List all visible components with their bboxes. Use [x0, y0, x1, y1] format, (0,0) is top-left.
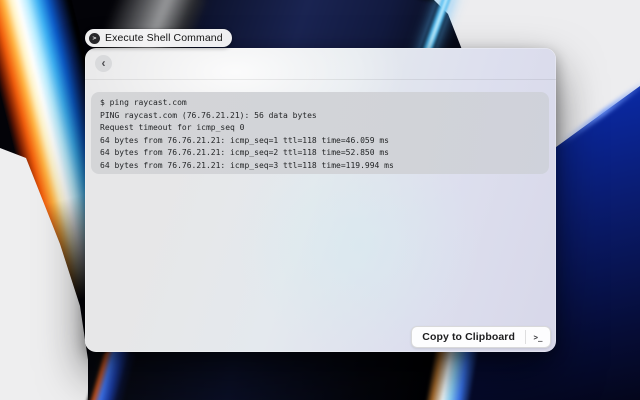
copy-to-clipboard-button[interactable]: Copy to Clipboard >_: [411, 326, 551, 348]
terminal-line: Request timeout for icmp_seq 0: [100, 122, 540, 135]
wallpaper-blue-edge-glow: [557, 78, 640, 148]
terminal-output: $ ping raycast.com PING raycast.com (76.…: [91, 92, 549, 174]
terminal-line: 64 bytes from 76.76.21.21: icmp_seq=1 tt…: [100, 135, 540, 148]
terminal-line: 64 bytes from 76.76.21.21: icmp_seq=3 tt…: [100, 160, 540, 173]
wallpaper-bottom-arc: [84, 344, 137, 400]
copy-to-clipboard-label: Copy to Clipboard: [412, 327, 525, 347]
shell-command-icon-glyph: >: [92, 35, 96, 42]
terminal-line: 64 bytes from 76.76.21.21: icmp_seq=2 tt…: [100, 147, 540, 160]
window-header: ‹: [85, 48, 556, 80]
back-button[interactable]: ‹: [95, 55, 112, 72]
shell-command-icon: >: [89, 33, 100, 44]
desktop: > Execute Shell Command ‹ $ ping raycast…: [0, 0, 640, 400]
window-footer: Copy to Clipboard >_: [411, 326, 551, 348]
command-title-badge: > Execute Shell Command: [85, 29, 232, 47]
terminal-prompt-icon: >_: [526, 327, 550, 347]
wallpaper-bottom-dark: [88, 348, 450, 400]
terminal-line: $ ping raycast.com: [100, 97, 540, 110]
command-title-label: Execute Shell Command: [105, 32, 223, 44]
back-chevron-icon: ‹: [102, 57, 106, 69]
terminal-line: PING raycast.com (76.76.21.21): 56 data …: [100, 110, 540, 123]
raycast-window: ‹ $ ping raycast.com PING raycast.com (7…: [85, 48, 556, 352]
